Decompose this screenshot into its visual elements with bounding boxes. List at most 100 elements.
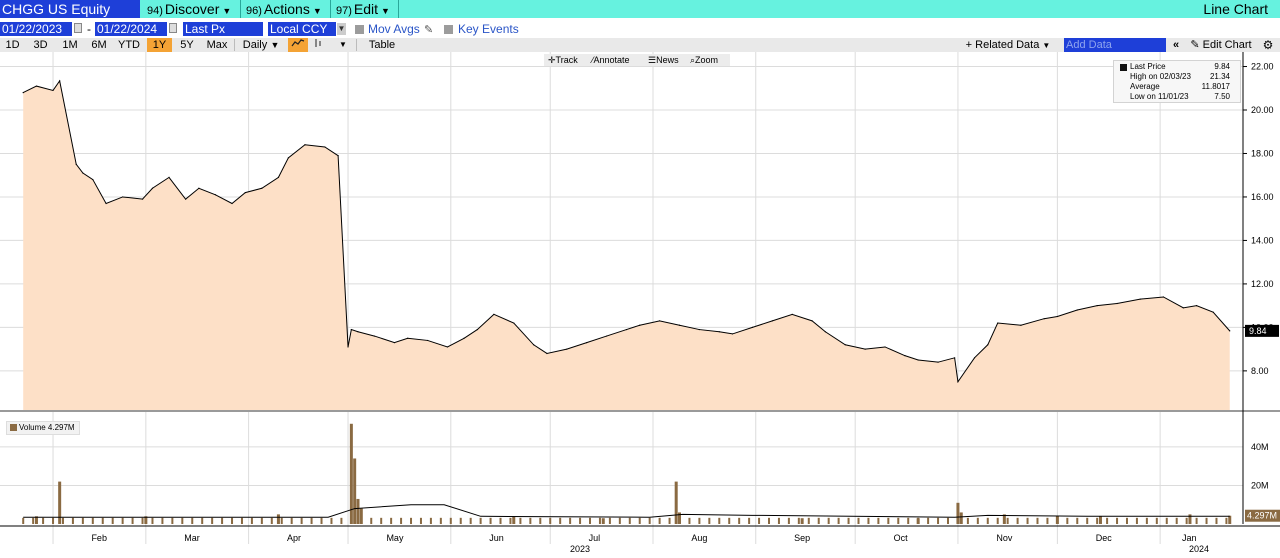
pencil-icon[interactable]: ✎ <box>424 23 433 36</box>
volume-bar <box>674 481 678 524</box>
x-tick-label: Mar <box>184 533 200 543</box>
mov-avgs-link[interactable]: Mov Avgs <box>368 22 420 36</box>
volume-bar <box>1225 517 1228 524</box>
chevron-down-icon[interactable]: ▼ <box>337 23 346 35</box>
line-chart-icon[interactable] <box>288 38 308 52</box>
range-1y-button[interactable]: 1Y <box>147 38 172 52</box>
price-point <box>337 155 339 157</box>
price-point <box>884 346 886 348</box>
volume-bar <box>300 517 303 524</box>
volume-bar <box>201 517 204 524</box>
price-point <box>1096 305 1098 307</box>
volume-bar <box>509 517 512 524</box>
caret-down-icon[interactable]: ▼ <box>270 38 280 52</box>
volume-bar <box>101 517 104 524</box>
range-6m-button[interactable]: 6M <box>86 38 112 52</box>
frequency-select[interactable]: Daily <box>238 38 272 52</box>
annotate-tool[interactable]: ⁄ Annotate <box>592 54 630 66</box>
range-5y-button[interactable]: 5Y <box>175 38 199 52</box>
add-data-input[interactable]: Add Data <box>1064 38 1166 52</box>
price-point <box>52 89 54 92</box>
bar-chart-icon[interactable] <box>311 38 325 52</box>
price-point <box>75 163 77 165</box>
price-point <box>513 322 515 324</box>
volume-bar <box>956 502 960 524</box>
price-point <box>844 344 846 346</box>
volume-bar <box>419 517 422 524</box>
actions-menu[interactable]: 96) Actions ▼ <box>246 0 322 18</box>
volume-bar <box>738 517 741 524</box>
volume-bar <box>171 517 174 524</box>
volume-bar <box>250 517 253 524</box>
volume-bar <box>111 517 114 524</box>
legend-high-value: 21.34 <box>1209 72 1230 81</box>
volume-bar <box>260 517 263 524</box>
range-3d-button[interactable]: 3D <box>28 38 53 52</box>
security-field[interactable]: CHGG US Equity <box>0 0 140 18</box>
price-field-select[interactable]: Last Px <box>183 22 263 36</box>
price-point <box>168 176 170 178</box>
collapse-left-icon[interactable]: « <box>1168 38 1184 52</box>
edit-menu-number: 97) <box>336 5 352 17</box>
mov-avgs-checkbox[interactable] <box>355 25 364 34</box>
volume-bar <box>598 517 601 524</box>
volume-bar <box>32 517 35 524</box>
price-point <box>1212 311 1214 313</box>
volume-bar <box>141 517 144 524</box>
volume-bar <box>1086 517 1089 524</box>
key-events-link[interactable]: Key Events <box>458 22 519 36</box>
price-point <box>105 202 107 205</box>
chevron-down-icon[interactable]: ▼ <box>337 38 349 52</box>
price-point <box>59 80 61 82</box>
start-date-field[interactable]: 01/22/2023 <box>0 22 72 36</box>
date-controls-row: 01/22/2023 - 01/22/2024 Last Px Local CC… <box>0 20 1280 38</box>
zoom-tool[interactable]: ⌕ Zoom <box>690 54 718 66</box>
range-1d-button[interactable]: 1D <box>0 38 25 52</box>
legend-average: Average 11.8017 <box>1130 82 1240 92</box>
related-data-button[interactable]: + Related Data ▼ <box>960 38 1056 52</box>
price-point <box>426 339 429 342</box>
currency-select[interactable]: Local CCY <box>268 22 336 36</box>
volume-bar <box>827 517 830 524</box>
volume-bar <box>400 517 403 524</box>
volume-bar <box>280 517 283 524</box>
price-point <box>864 348 866 350</box>
x-tick-label: May <box>386 533 404 543</box>
chevron-down-icon: ▼ <box>222 6 232 16</box>
edit-chart-button[interactable]: ✎ Edit Chart <box>1186 38 1256 52</box>
legend-low: Low on 11/01/23 7.50 <box>1130 92 1240 102</box>
range-max-button[interactable]: Max <box>203 38 231 52</box>
range-ytd-button[interactable]: YTD <box>115 38 143 52</box>
gear-icon[interactable]: ⚙ <box>1258 38 1278 52</box>
track-tool[interactable]: ✛ Track <box>548 54 578 66</box>
price-area-layer <box>22 79 1231 410</box>
volume-bar <box>231 517 234 524</box>
volume-bar <box>489 517 492 524</box>
discover-menu[interactable]: 94) Discover ▼ <box>147 0 231 18</box>
calendar-icon[interactable] <box>74 23 82 33</box>
price-point <box>625 328 628 331</box>
news-tool[interactable]: ☰ News <box>648 54 679 66</box>
volume-bar <box>1228 515 1232 524</box>
volume-tick-label: 40M <box>1251 442 1269 452</box>
annotate-label: Annotate <box>593 55 630 65</box>
edit-menu[interactable]: 97) Edit ▼ <box>336 0 390 18</box>
table-button[interactable]: Table <box>362 38 402 52</box>
legend-average-value: 11.8017 <box>1201 82 1230 91</box>
price-point <box>1116 302 1118 305</box>
price-point <box>957 381 959 383</box>
volume-bar <box>787 517 790 524</box>
volume-bar <box>459 517 462 524</box>
end-date-field[interactable]: 01/22/2024 <box>95 22 167 36</box>
price-point <box>393 342 396 344</box>
volume-bar <box>22 517 25 524</box>
volume-bar <box>748 517 751 524</box>
volume-bar <box>877 517 880 524</box>
range-1m-button[interactable]: 1M <box>56 38 84 52</box>
volume-bar <box>569 517 572 524</box>
x-tick-label: Apr <box>287 533 301 543</box>
key-events-checkbox[interactable] <box>444 25 453 34</box>
calendar-icon[interactable] <box>169 23 177 33</box>
volume-bar <box>42 517 45 524</box>
x-tick-label: Dec <box>1096 533 1113 543</box>
